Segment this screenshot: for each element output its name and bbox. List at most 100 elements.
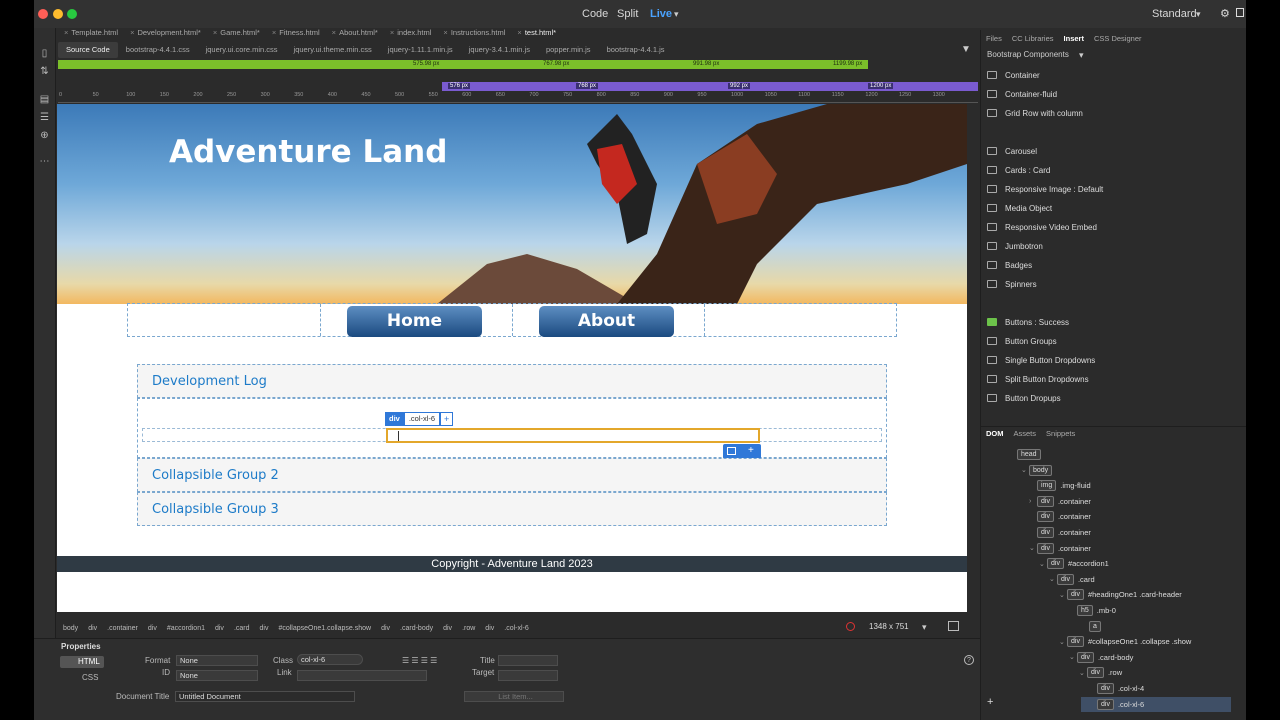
dom-tab[interactable]: Snippets — [1041, 427, 1080, 440]
tag-selector-item[interactable]: div — [143, 625, 162, 632]
doc-tab-label[interactable]: Development.html* — [137, 28, 200, 37]
doc-tab[interactable]: × Game.html* — [207, 27, 266, 39]
dom-tag[interactable]: div — [1077, 651, 1094, 663]
tag-selector-item[interactable]: #accordion1 — [162, 625, 210, 632]
dom-node[interactable]: ⌄ div .card — [1049, 573, 1095, 586]
format-icon[interactable]: ☰ — [39, 112, 50, 123]
dom-tag[interactable]: h5 — [1077, 605, 1093, 616]
panel-tab[interactable]: CSS Designer — [1089, 32, 1147, 46]
insert-item[interactable]: Jumbotron — [987, 237, 1237, 255]
dom-tag[interactable]: div — [1067, 589, 1084, 601]
insert-item-label[interactable]: Split Button Dropdowns — [1005, 375, 1089, 384]
preview-icon[interactable] — [948, 621, 959, 631]
doc-tab[interactable]: × Instructions.html — [437, 27, 511, 39]
dom-tag[interactable]: img — [1037, 480, 1057, 492]
title-input[interactable] — [498, 655, 558, 666]
chevron-icon[interactable]: ⌄ — [1039, 560, 1047, 568]
live-view-canvas[interactable]: Adventure Land Home About Development Lo… — [57, 104, 967, 612]
dom-node[interactable]: div .container — [1029, 526, 1091, 539]
insert-item[interactable]: Split Button Dropdowns — [987, 370, 1237, 388]
selected-col-xl-6[interactable] — [386, 428, 760, 443]
insert-item-label[interactable]: Single Button Dropdowns — [1005, 356, 1095, 365]
chevron-icon[interactable]: ⌄ — [1049, 575, 1057, 583]
doc-tab[interactable]: × index.html — [384, 27, 438, 39]
dom-class[interactable]: .col-xl-4 — [1118, 684, 1144, 693]
hero-image[interactable]: Adventure Land — [57, 104, 967, 304]
insert-item[interactable]: Media Object — [987, 199, 1237, 217]
live-view-button[interactable]: Live — [650, 8, 672, 20]
dom-node[interactable]: h5 .mb-0 — [1069, 604, 1116, 617]
chevron-down-icon[interactable]: ▾ — [674, 9, 679, 20]
chevron-down-icon[interactable]: ▾ — [1079, 50, 1084, 61]
hud-tag[interactable]: div — [385, 412, 404, 426]
chevron-icon[interactable]: ⌄ — [1059, 638, 1067, 646]
dom-class[interactable]: #accordion1 — [1068, 559, 1109, 568]
related-file[interactable]: jquery.ui.core.min.css — [198, 42, 286, 58]
close-window-button[interactable] — [38, 9, 48, 19]
help-icon[interactable]: ? — [964, 655, 974, 665]
gear-icon[interactable]: ⚙ — [1220, 7, 1230, 20]
tag-selector-item[interactable]: div — [83, 625, 102, 632]
tag-selector-item[interactable]: .card-body — [395, 625, 438, 632]
hud-add-class[interactable]: + — [440, 412, 454, 426]
dom-node[interactable]: div .container — [1029, 510, 1091, 523]
dom-tag[interactable]: div — [1047, 558, 1064, 570]
insert-item-label[interactable]: Container-fluid — [1005, 90, 1057, 99]
insert-item[interactable]: Carousel — [987, 142, 1237, 160]
target-input[interactable] — [498, 670, 558, 681]
format-select[interactable]: None — [176, 655, 258, 666]
related-file[interactable]: jquery.ui.theme.min.css — [286, 42, 380, 58]
dom-class[interactable]: .container — [1058, 544, 1091, 553]
media-query-bar-min[interactable]: 576 px 768 px 992 px 1200 px — [442, 82, 978, 91]
dom-node[interactable]: ⌄ div .row — [1079, 666, 1122, 679]
add-icon[interactable]: + — [987, 696, 993, 708]
dom-tag[interactable]: head — [1017, 449, 1041, 460]
dom-tag[interactable]: div — [1037, 527, 1054, 538]
doc-tab-label[interactable]: Game.html* — [220, 28, 260, 37]
related-file[interactable]: jquery-1.11.1.min.js — [380, 42, 461, 58]
doc-tab-label[interactable]: Template.html — [71, 28, 118, 37]
mq-label[interactable]: 992 px — [728, 83, 751, 89]
dom-node[interactable]: img .img-fluid — [1029, 479, 1091, 492]
error-icon[interactable] — [846, 622, 855, 631]
tag-selector-item[interactable]: .container — [102, 625, 143, 632]
related-file[interactable]: bootstrap-4.4.1.css — [118, 42, 198, 58]
dom-class[interactable]: #headingOne1 .card-header — [1088, 590, 1182, 599]
doc-tab-label[interactable]: About.html* — [339, 28, 378, 37]
tag-selector-item[interactable]: div — [255, 625, 274, 632]
accordion-card-header[interactable]: Development Log — [137, 364, 887, 398]
maximize-window-button[interactable] — [67, 9, 77, 19]
workspace-switcher[interactable]: Standard — [1152, 8, 1197, 20]
doc-tab[interactable]: × Template.html — [58, 27, 124, 39]
doc-tab-label[interactable]: test.html* — [525, 28, 556, 37]
more-icon[interactable]: ⋯ — [39, 156, 50, 167]
insert-item[interactable]: Container — [987, 66, 1237, 84]
insert-item-label[interactable]: Badges — [1005, 261, 1032, 270]
close-icon[interactable]: × — [390, 28, 394, 37]
insert-item[interactable]: Button Dropups — [987, 389, 1237, 407]
dom-node[interactable]: a — [1081, 620, 1105, 633]
insert-item-label[interactable]: Button Dropups — [1005, 394, 1061, 403]
plus-icon[interactable]: + — [748, 445, 754, 456]
target-icon[interactable]: ⊕ — [39, 130, 50, 141]
card-title[interactable]: Collapsible Group 3 — [152, 502, 279, 517]
related-file[interactable]: jquery-3.4.1.min.js — [461, 42, 538, 58]
close-icon[interactable]: × — [213, 28, 217, 37]
insert-item[interactable]: Responsive Video Embed — [987, 218, 1237, 236]
insert-item-label[interactable]: Carousel — [1005, 147, 1037, 156]
close-icon[interactable]: × — [332, 28, 336, 37]
mq-label[interactable]: 768 px — [576, 83, 599, 89]
doc-tab[interactable]: × About.html* — [326, 27, 384, 39]
insert-item-label[interactable]: Buttons : Success — [1005, 318, 1069, 327]
filter-icon[interactable]: ▼ — [961, 44, 971, 55]
insert-item-label[interactable]: Cards : Card — [1005, 166, 1050, 175]
chevron-icon[interactable]: ⌄ — [1069, 653, 1077, 661]
tag-selector-item[interactable]: .card — [229, 625, 255, 632]
dom-node[interactable]: ⌄ div #headingOne1 .card-header — [1059, 588, 1182, 601]
chevron-icon[interactable]: ⌄ — [1021, 466, 1029, 474]
insert-item[interactable]: Responsive Image : Default — [987, 180, 1237, 198]
dom-class[interactable]: .card — [1078, 575, 1095, 584]
list-item-button[interactable]: List Item... — [464, 691, 564, 702]
chevron-icon[interactable]: › — [1029, 498, 1037, 505]
dom-class[interactable]: .img-fluid — [1060, 481, 1090, 490]
